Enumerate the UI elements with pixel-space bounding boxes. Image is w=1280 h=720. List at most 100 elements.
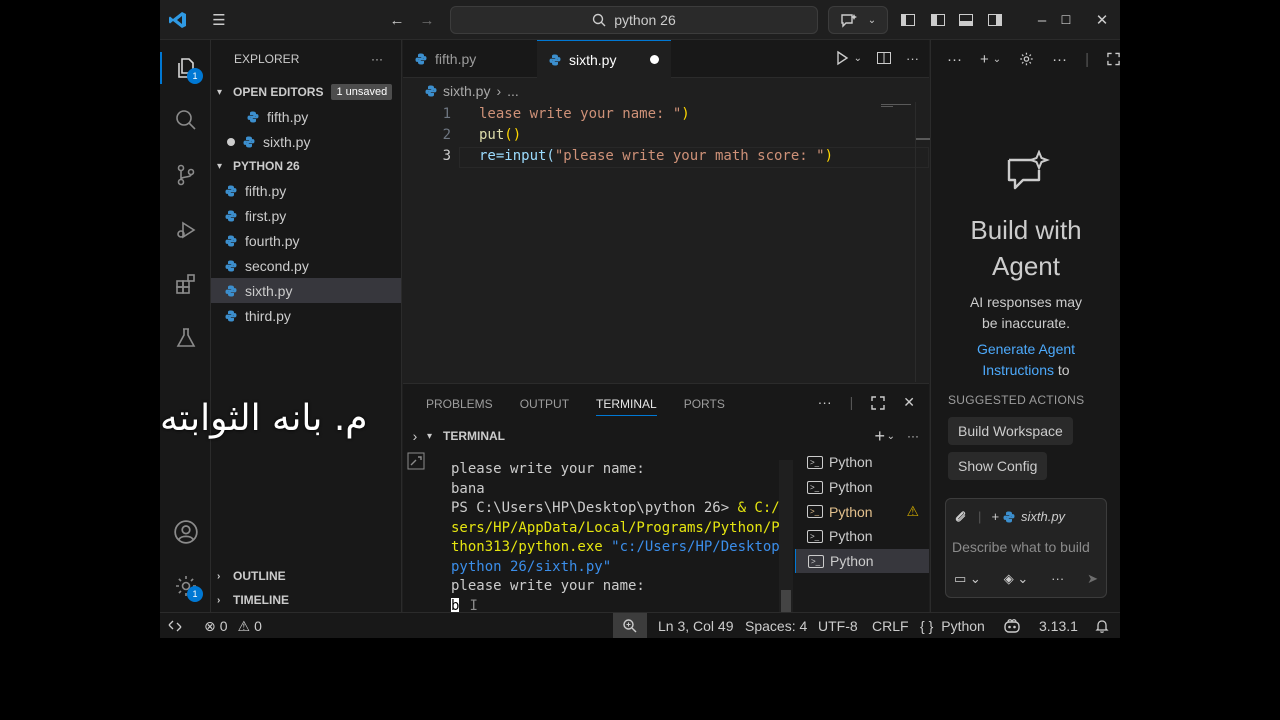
source-control-activity[interactable] xyxy=(160,153,211,197)
breadcrumb-file[interactable]: sixth.py xyxy=(443,83,490,99)
manage-activity[interactable]: 1 xyxy=(160,564,211,608)
line-endings[interactable]: CRLF xyxy=(872,613,909,638)
chat-input-placeholder[interactable]: Describe what to build xyxy=(952,539,1102,555)
outline-section[interactable]: › OUTLINE xyxy=(211,564,402,588)
file-tree-item[interactable]: sixth.py xyxy=(211,278,401,303)
chevron-down-icon[interactable]: ⌄ xyxy=(868,15,876,26)
menu-icon[interactable]: ☰ xyxy=(207,8,231,32)
zoom-icon[interactable] xyxy=(613,613,647,638)
terminal-scrollbar[interactable] xyxy=(779,460,793,612)
open-editor-item[interactable]: fifth.py xyxy=(211,104,401,129)
chevron-right-icon[interactable]: › xyxy=(403,428,427,444)
folder-section[interactable]: ▾ PYTHON 26 xyxy=(211,154,401,178)
chevron-down-icon[interactable]: ▾ xyxy=(427,431,443,442)
accounts-activity[interactable] xyxy=(160,510,211,554)
timeline-section[interactable]: › TIMELINE xyxy=(211,588,402,612)
terminal-instance[interactable]: >_ Python xyxy=(795,450,929,475)
link-line[interactable]: Instructions xyxy=(982,362,1054,378)
layout-left-icon[interactable] xyxy=(926,8,950,32)
more-actions-icon[interactable]: ··· xyxy=(906,51,919,66)
language-mode[interactable]: { } Python xyxy=(920,613,985,638)
command-center-search[interactable]: python 26 xyxy=(450,6,818,34)
build-workspace-button[interactable]: Build Workspace xyxy=(948,417,1073,445)
chevron-down-icon[interactable]: ⌄ xyxy=(854,53,862,64)
encoding[interactable]: UTF-8 xyxy=(818,613,858,638)
file-tree-item[interactable]: third.py xyxy=(211,303,401,328)
file-tree-item[interactable]: first.py xyxy=(211,203,401,228)
show-config-button[interactable]: Show Config xyxy=(948,452,1048,480)
maximize-panel-icon[interactable] xyxy=(1107,52,1120,66)
extensions-activity[interactable] xyxy=(160,262,211,306)
code-line[interactable]: re=input("please write your math score: … xyxy=(479,148,833,164)
terminal-tools-icon[interactable] xyxy=(407,452,425,470)
explorer-activity[interactable]: 1 xyxy=(160,46,211,90)
tab-ports[interactable]: PORTS xyxy=(684,397,725,411)
more-actions-icon[interactable]: ··· xyxy=(1052,51,1067,68)
file-tree-item[interactable]: fifth.py xyxy=(211,178,401,203)
add-context-icon[interactable]: + xyxy=(991,509,999,524)
breadcrumb-symbol[interactable]: ... xyxy=(507,83,519,99)
terminal-instance[interactable]: >_ Python xyxy=(795,475,929,500)
close-icon[interactable]: ✕ xyxy=(903,394,915,411)
new-terminal-icon[interactable]: + xyxy=(874,426,885,447)
more-actions-icon[interactable]: ··· xyxy=(947,51,962,68)
maximize-icon[interactable]: ☐ xyxy=(1054,8,1078,32)
terminal-instance[interactable]: >_ Python xyxy=(795,548,929,574)
toggle-secondary-sidebar-icon[interactable] xyxy=(983,8,1007,32)
tab-terminal[interactable]: TERMINAL xyxy=(596,397,657,416)
file-tree-item[interactable]: second.py xyxy=(211,253,401,278)
forward-arrow-icon[interactable]: → xyxy=(415,8,439,32)
cursor-position[interactable]: Ln 3, Col 49 xyxy=(658,613,734,638)
notifications-bell-icon[interactable] xyxy=(1094,613,1110,638)
remote-indicator-icon[interactable] xyxy=(168,613,182,638)
model-picker-icon[interactable]: ◈ ⌄ xyxy=(1004,571,1029,587)
new-chat-icon[interactable]: + xyxy=(980,51,989,68)
tab-fifth[interactable]: fifth.py xyxy=(403,40,537,78)
chevron-down-icon[interactable]: ⌄ xyxy=(887,431,895,442)
toggle-sidebar-icon[interactable] xyxy=(896,8,920,32)
code-line[interactable]: put() xyxy=(479,127,521,143)
agent-mode-icon[interactable]: ▭ ⌄ xyxy=(954,571,981,587)
minimap[interactable] xyxy=(881,102,915,110)
back-arrow-icon[interactable]: ← xyxy=(385,8,409,32)
testing-activity[interactable] xyxy=(160,316,211,360)
more-actions-icon[interactable]: ··· xyxy=(907,429,919,443)
terminal-instance[interactable]: >_ Python ⚠ xyxy=(795,499,929,524)
send-icon[interactable]: ➤ xyxy=(1087,571,1098,587)
copilot-button[interactable]: ⌄ xyxy=(828,6,888,34)
toggle-panel-icon[interactable] xyxy=(954,8,978,32)
context-file-chip[interactable]: + sixth.py xyxy=(991,509,1065,524)
open-editor-item[interactable]: sixth.py xyxy=(211,129,401,154)
open-editors-section[interactable]: ▾ OPEN EDITORS 1 unsaved xyxy=(211,80,401,104)
python-version[interactable]: 3.13.1 xyxy=(1039,613,1078,638)
tab-output[interactable]: OUTPUT xyxy=(520,397,569,411)
attach-icon[interactable] xyxy=(954,510,968,524)
generate-instructions-link[interactable]: Generate Agent Instructions to xyxy=(931,339,1120,380)
run-icon[interactable] xyxy=(834,50,850,66)
copilot-status-icon[interactable] xyxy=(1003,613,1021,638)
unsaved-dot-icon[interactable] xyxy=(650,55,659,64)
editor-scrollbar[interactable] xyxy=(915,102,930,382)
split-editor-icon[interactable] xyxy=(876,50,892,66)
chat-input-box[interactable]: | + sixth.py Describe what to build ▭ ⌄ … xyxy=(945,498,1107,598)
tab-problems[interactable]: PROBLEMS xyxy=(426,397,493,411)
problems-indicator[interactable]: ⊗ 0 ⚠ 0 xyxy=(204,613,262,638)
tab-sixth[interactable]: sixth.py xyxy=(537,40,671,78)
more-actions-icon[interactable]: ··· xyxy=(1051,571,1064,587)
more-actions-icon[interactable]: ··· xyxy=(371,52,383,66)
indentation[interactable]: Spaces: 4 xyxy=(745,613,807,638)
code-editor[interactable]: 1 2 3 lease write your name: ") put() re… xyxy=(403,102,930,382)
close-icon[interactable]: ✕ xyxy=(1090,8,1114,32)
terminal-instance[interactable]: >_ Python xyxy=(795,524,929,549)
link-line[interactable]: Generate Agent xyxy=(931,339,1120,360)
gear-icon[interactable] xyxy=(1019,51,1034,67)
run-debug-activity[interactable] xyxy=(160,208,211,252)
more-actions-icon[interactable]: ··· xyxy=(818,394,832,411)
terminal-output[interactable]: please write your name: bana PS C:\Users\H… xyxy=(451,460,788,616)
file-tree-item[interactable]: fourth.py xyxy=(211,228,401,253)
code-line[interactable]: lease write your name: ") xyxy=(479,106,690,122)
maximize-panel-icon[interactable] xyxy=(871,396,885,410)
unsaved-dot-icon[interactable] xyxy=(227,137,235,146)
chevron-down-icon[interactable]: ⌄ xyxy=(993,54,1001,65)
minimize-icon[interactable]: – xyxy=(1030,8,1054,32)
